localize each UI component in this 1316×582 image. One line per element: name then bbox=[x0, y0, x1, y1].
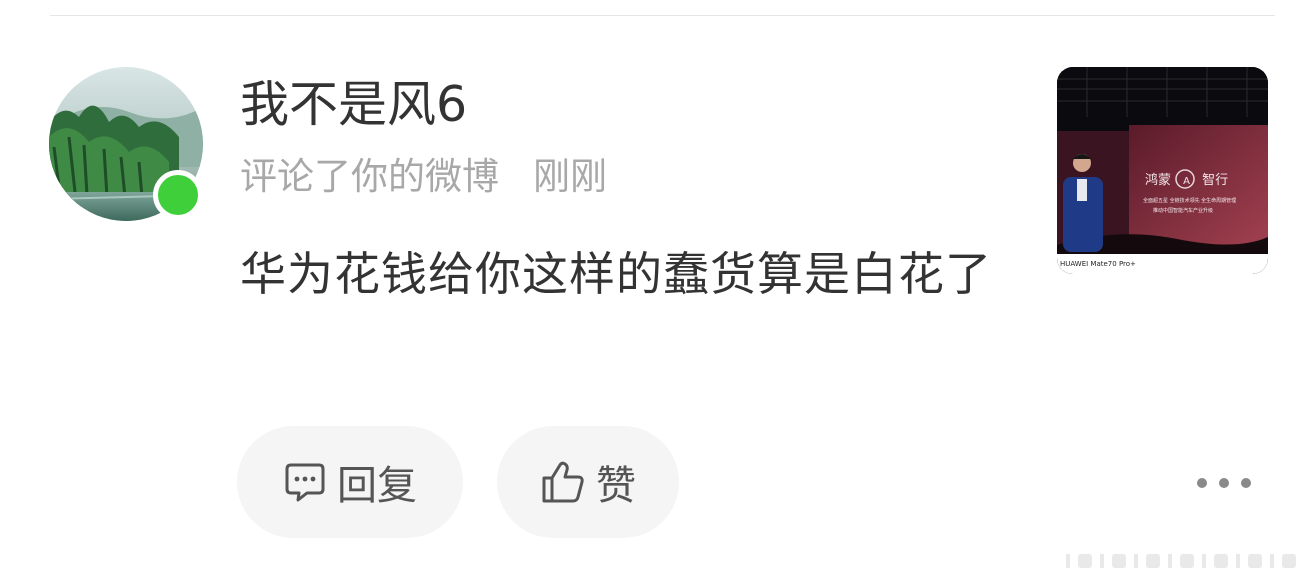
post-thumbnail[interactable]: 鸿蒙 A 智行 全面超五星 全链技术领先 全生命周期管理 推动中国智能汽车产业升… bbox=[1057, 67, 1268, 274]
reply-button[interactable]: 回复 bbox=[237, 426, 463, 538]
camera-watermark: HUAWEI Mate70 Pro+ bbox=[1057, 254, 1268, 274]
like-button[interactable]: 赞 bbox=[497, 426, 679, 538]
stage-subtitle-1: 全面超五星 全链技术领先 全生命周期管理 bbox=[1143, 198, 1237, 204]
reply-label: 回复 bbox=[337, 463, 417, 509]
like-label: 赞 bbox=[596, 463, 636, 509]
comment-text: 华为花钱给你这样的蠢货算是白花了 bbox=[240, 247, 992, 301]
notification-meta: 评论了你的微博 刚刚 bbox=[240, 151, 607, 203]
timestamp: 刚刚 bbox=[533, 155, 607, 198]
brand-logo-icon: A bbox=[1183, 176, 1190, 187]
more-dots-icon bbox=[1197, 478, 1207, 488]
top-divider bbox=[50, 15, 1275, 16]
comment-notification: 我不是风6 评论了你的微博 刚刚 华为花钱给你这样的蠢货算是白花了 回复 赞 鸿… bbox=[0, 0, 1316, 582]
more-options-button[interactable] bbox=[1197, 468, 1251, 498]
action-text: 评论了你的微博 bbox=[240, 155, 499, 198]
username[interactable]: 我不是风6 bbox=[240, 74, 467, 136]
thumbs-up-icon bbox=[540, 460, 586, 504]
comment-icon bbox=[283, 461, 327, 503]
home-indicator bbox=[1066, 554, 1296, 568]
online-status-dot bbox=[153, 170, 203, 220]
stage-title: 鸿蒙 A 智行 bbox=[1145, 173, 1229, 188]
stage-subtitle-2: 推动中国智能汽车产业升级 bbox=[1153, 208, 1214, 214]
